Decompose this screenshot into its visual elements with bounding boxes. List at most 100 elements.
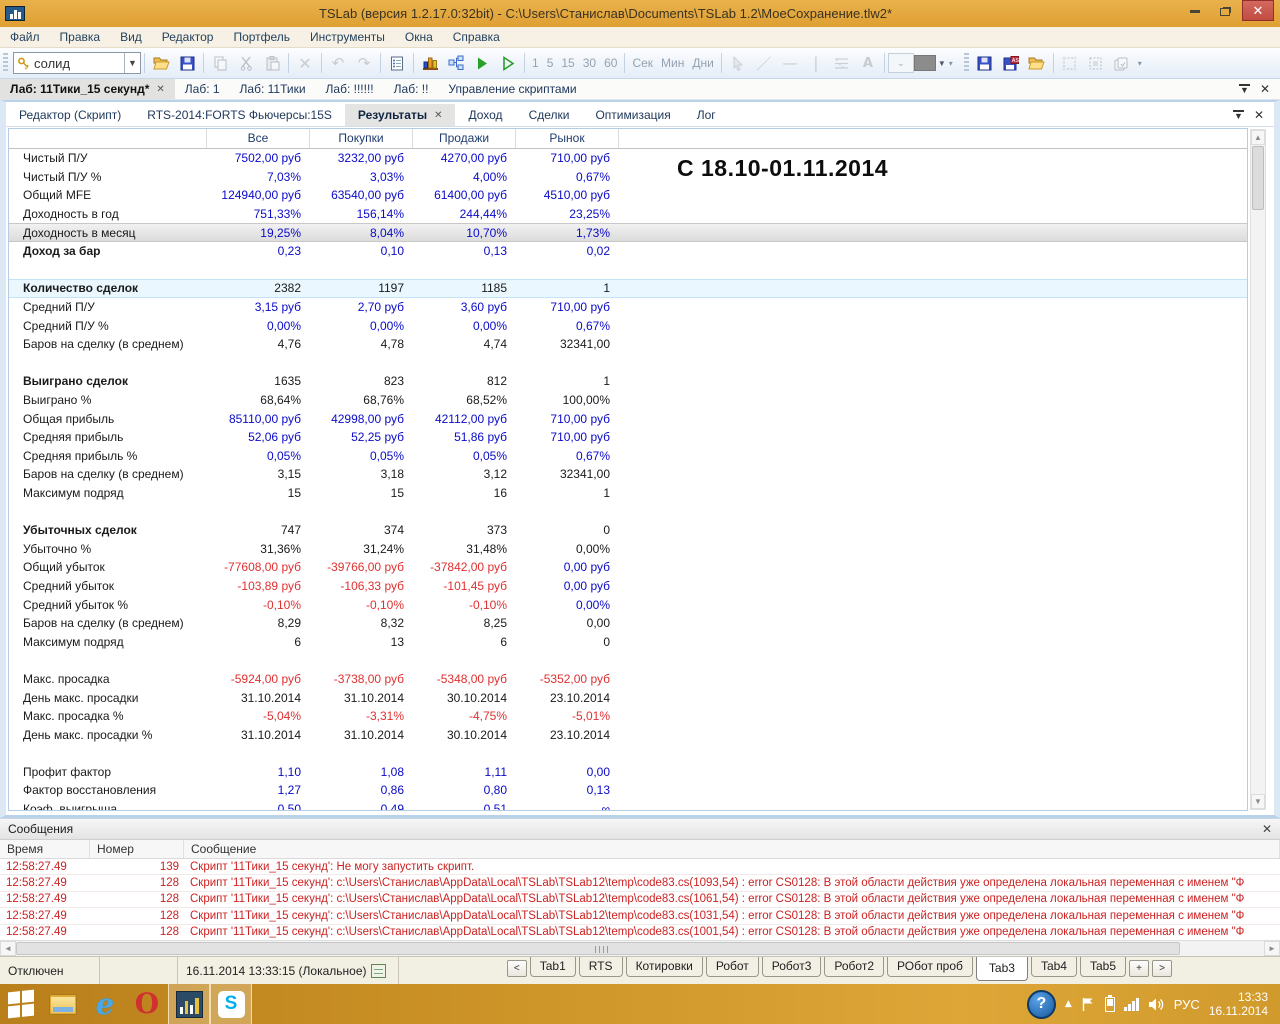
delete-icon[interactable]: ✕ (292, 51, 318, 75)
results-row[interactable] (9, 651, 1247, 670)
scrollbar-thumb[interactable] (1252, 146, 1264, 210)
document-tab[interactable]: Редактор (Скрипт) (6, 104, 134, 126)
results-row[interactable] (9, 744, 1247, 763)
lab-tab[interactable]: Управление скриптами (438, 79, 586, 99)
results-row[interactable]: Средний П/У % 0,00% 0,00% 0,00% 0,67% (9, 316, 1247, 335)
save-icon[interactable] (174, 51, 200, 75)
results-row[interactable]: Доходность в год 751,33% 156,14% 244,44% 23,… (9, 205, 1247, 224)
timeframe-button-60[interactable]: 60 (600, 56, 621, 70)
message-row[interactable]: 12:58:27.49 128 Скрипт '11Тики_15 секунд':… (0, 925, 1280, 941)
network-signal-icon[interactable] (1123, 997, 1139, 1011)
save-as-icon[interactable]: AS (998, 51, 1024, 75)
document-tab[interactable]: Оптимизация (582, 104, 683, 126)
period-button-Мин[interactable]: Мин (657, 56, 688, 70)
menu-item-Окна[interactable]: Окна (395, 27, 443, 47)
lab-tab[interactable]: Лаб: 11Тики (230, 79, 316, 99)
results-row[interactable]: Чистый П/У % 7,03% 3,03% 4,00% 0,67% (9, 168, 1247, 187)
results-row[interactable]: Максимум подряд 15 15 16 1 (9, 484, 1247, 503)
minimize-button[interactable] (1180, 2, 1210, 22)
account-selector[interactable]: солид ▼ (13, 52, 141, 74)
scroll-down-icon[interactable]: ▼ (1251, 794, 1265, 809)
close-icon[interactable]: ✕ (1262, 822, 1272, 836)
results-row[interactable]: День макс. просадки 31.10.2014 31.10.2014 3… (9, 688, 1247, 707)
results-row[interactable]: Средний убыток -103,89 руб -106,33 руб -101… (9, 577, 1247, 596)
toolbar-grip[interactable] (3, 53, 8, 73)
select-icon[interactable] (1057, 51, 1083, 75)
results-row[interactable]: Средний убыток % -0,10% -0,10% -0,10% 0,00% (9, 595, 1247, 614)
close-icon[interactable]: ✕ (1254, 108, 1264, 122)
battery-icon[interactable] (1104, 994, 1115, 1012)
workspace-tab-Tab3[interactable]: Tab3 (975, 957, 1028, 981)
results-row[interactable]: Макс. просадка % -5,04% -3,31% -4,75% -5,01% (9, 707, 1247, 726)
period-button-Сек[interactable]: Сек (628, 56, 657, 70)
workspace-tab-РОбот проб[interactable]: РОбот проб (887, 957, 973, 977)
save-workspace-icon[interactable] (972, 51, 998, 75)
menu-item-Файл[interactable]: Файл (0, 27, 50, 47)
copy-objects-icon[interactable] (1109, 51, 1135, 75)
internet-explorer-icon[interactable]: e (84, 984, 126, 1024)
paste-icon[interactable] (259, 51, 285, 75)
log-icon[interactable] (370, 963, 386, 978)
toolbar2-overflow-icon[interactable]: ▾ (1135, 52, 1145, 74)
menu-item-Инструменты[interactable]: Инструменты (300, 27, 395, 47)
script-icon[interactable] (443, 51, 469, 75)
timeframe-button-30[interactable]: 30 (579, 56, 600, 70)
run-alt-icon[interactable] (495, 51, 521, 75)
results-row[interactable]: Баров на сделку (в среднем) 3,15 3,18 3,12 3… (9, 465, 1247, 484)
volume-icon[interactable] (1148, 997, 1165, 1012)
results-row[interactable]: Общий убыток -77608,00 руб -39766,00 руб -3… (9, 558, 1247, 577)
trendline-icon[interactable]: ／ (751, 51, 777, 75)
opera-icon[interactable]: O (126, 984, 168, 1024)
results-row[interactable]: Выиграно сделок 1635 823 812 1 (9, 372, 1247, 391)
close-icon[interactable]: ✕ (1260, 82, 1270, 96)
tab-list-icon[interactable]: ▼ (1238, 84, 1250, 95)
text-icon[interactable]: A (855, 51, 881, 75)
cursor-icon[interactable] (725, 51, 751, 75)
color-picker[interactable]: ▼ (913, 51, 946, 75)
run-icon[interactable] (469, 51, 495, 75)
menu-item-Правка[interactable]: Правка (50, 27, 111, 47)
document-tab[interactable]: Сделки (516, 104, 583, 126)
chart-icon[interactable] (417, 51, 443, 75)
toolbar-overflow-icon[interactable]: ▾ (946, 52, 956, 74)
lab-tab[interactable]: Лаб: 11Тики_15 секунд* ✕ (0, 79, 175, 99)
document-tab[interactable]: Лог (684, 104, 729, 126)
workspace-tab-Робот2[interactable]: Робот2 (824, 957, 884, 977)
close-icon[interactable]: ✕ (434, 110, 442, 121)
results-row[interactable]: Убыточных сделок 747 374 373 0 (9, 521, 1247, 540)
open-workspace-icon[interactable] (1024, 51, 1050, 75)
period-button-Дни[interactable]: Дни (688, 56, 717, 70)
open-icon[interactable] (148, 51, 174, 75)
menu-item-Редактор[interactable]: Редактор (152, 27, 224, 47)
vertical-line-icon[interactable]: | (803, 51, 829, 75)
results-row[interactable]: Средняя прибыль 52,06 руб 52,25 руб 51,86 р… (9, 428, 1247, 447)
taskbar-clock[interactable]: 13:33 16.11.2014 (1209, 990, 1272, 1018)
results-row[interactable]: Доходность в месяц 19,25% 8,04% 10,70% 1,73% (9, 223, 1247, 242)
workspace-tab-Tab5[interactable]: Tab5 (1079, 957, 1126, 977)
cut-icon[interactable] (233, 51, 259, 75)
results-row[interactable]: Баров на сделку (в среднем) 4,76 4,78 4,74 3… (9, 335, 1247, 354)
workspace-tab-RTS[interactable]: RTS (578, 957, 623, 977)
scroll-left-icon[interactable]: ◄ (0, 941, 16, 956)
workspace-tab-nav->[interactable]: > (1152, 960, 1172, 977)
message-row[interactable]: 12:58:27.49 128 Скрипт '11Тики_15 секунд':… (0, 875, 1280, 892)
language-indicator[interactable]: РУС (1174, 997, 1200, 1012)
results-row[interactable] (9, 261, 1247, 280)
results-row[interactable]: Общий MFE 124940,00 руб 63540,00 руб 61400,… (9, 186, 1247, 205)
account-selector-dropdown[interactable]: ▼ (124, 53, 140, 73)
copy-icon[interactable] (207, 51, 233, 75)
results-row[interactable]: Общая прибыль 85110,00 руб 42998,00 руб 421… (9, 409, 1247, 428)
lab-tab[interactable]: Лаб: !!!!!! (316, 79, 384, 99)
results-row[interactable]: Средний П/У 3,15 руб 2,70 руб 3,60 руб 710,0… (9, 298, 1247, 317)
document-tab[interactable]: RTS-2014:FORTS Фьючерсы:15S (134, 104, 345, 126)
line-style-dropdown[interactable]: ⌄ (887, 53, 914, 73)
scroll-up-icon[interactable]: ▲ (1251, 130, 1265, 145)
horizontal-line-icon[interactable]: — (777, 51, 803, 75)
results-row[interactable]: Убыточно % 31,36% 31,24% 31,48% 0,00% (9, 539, 1247, 558)
results-row[interactable]: День макс. просадки % 31.10.2014 31.10.201… (9, 725, 1247, 744)
skype-icon[interactable]: S (210, 984, 252, 1024)
workspace-tab-Робот[interactable]: Робот (705, 957, 759, 977)
fibonacci-icon[interactable] (829, 51, 855, 75)
scrollbar-thumb[interactable] (16, 942, 1180, 955)
scroll-right-icon[interactable]: ► (1264, 941, 1280, 956)
